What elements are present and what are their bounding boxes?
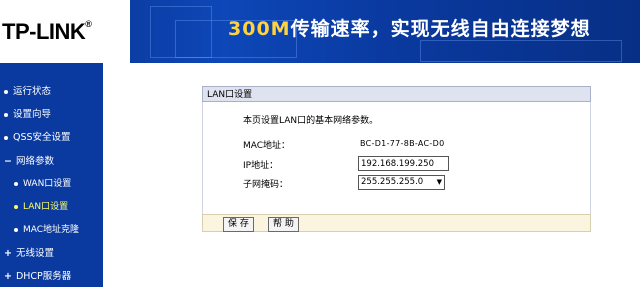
sidebar-item[interactable]: + DHCP服务器 xyxy=(4,268,71,282)
sidebar-item[interactable]: + 无线设置 xyxy=(4,245,54,259)
sidebar-item-label: 网络参数 xyxy=(15,156,54,167)
lan-settings-panel: LAN口设置 本页设置LAN口的基本网络参数。 MAC地址： BC-D1-77-… xyxy=(202,86,591,232)
bullet-icon xyxy=(14,181,18,186)
mac-label: MAC地址： xyxy=(243,141,291,151)
ip-address-input[interactable] xyxy=(358,156,449,171)
sidebar-item[interactable]: WAN口设置 xyxy=(14,176,71,189)
save-button[interactable]: 保 存 xyxy=(223,217,254,232)
sidebar-item-label: 无线设置 xyxy=(15,248,54,259)
page-description: 本页设置LAN口的基本网络参数。 xyxy=(243,116,379,126)
sidebar-item[interactable]: 设置向导 xyxy=(4,106,51,120)
tp-link-logo: TP-LINK® xyxy=(2,19,92,44)
sidebar-item-label: 运行状态 xyxy=(13,86,52,97)
panel-body: 本页设置LAN口的基本网络参数。 MAC地址： BC-D1-77-8B-AC-D… xyxy=(202,102,591,214)
expand-icon: + xyxy=(4,248,12,259)
sidebar-item-label: MAC地址克隆 xyxy=(23,225,80,235)
logo-area: TP-LINK® xyxy=(0,0,130,63)
sidebar-item[interactable]: QSS安全设置 xyxy=(4,129,71,143)
decorative-frame xyxy=(420,40,622,62)
panel-title: LAN口设置 xyxy=(202,86,591,102)
panel-footer: 保 存 帮 助 xyxy=(202,214,591,232)
sidebar-menu: 运行状态设置向导 QSS安全设置 − 网络参数 WAN口设置 LAN口设置 MAC地址克隆 +… xyxy=(0,63,103,287)
mac-value: BC-D1-77-8B-AC-D0 xyxy=(360,139,445,148)
sidebar-item-label: QSS安全设置 xyxy=(13,132,71,143)
expand-icon: + xyxy=(4,271,12,282)
sidebar-item-label: DHCP服务器 xyxy=(15,271,72,282)
collapse-icon: − xyxy=(4,156,12,167)
bullet-icon xyxy=(4,112,8,117)
sidebar-item[interactable]: MAC地址克隆 xyxy=(14,222,79,235)
ip-label: IP地址： xyxy=(243,161,279,171)
subnet-mask-select[interactable]: 255.255.255.0 ▼ xyxy=(358,175,445,190)
sidebar-item-label: LAN口设置 xyxy=(23,202,69,212)
bullet-icon xyxy=(4,89,8,94)
sidebar-item-label: WAN口设置 xyxy=(23,179,72,189)
slogan: 300M传输速率，实现无线自由连接梦想 xyxy=(228,18,591,40)
bullet-icon xyxy=(4,135,8,140)
subnet-mask-value: 255.255.255.0 xyxy=(361,177,424,187)
sidebar-item[interactable]: 运行状态 xyxy=(4,83,51,97)
header-banner: TP-LINK® 300M传输速率，实现无线自由连接梦想 xyxy=(0,0,640,63)
sidebar-item-label: 设置向导 xyxy=(13,109,52,120)
bullet-icon xyxy=(14,204,18,209)
subnet-mask-label: 子网掩码： xyxy=(243,180,289,190)
help-button[interactable]: 帮 助 xyxy=(268,217,299,232)
dropdown-arrow-icon: ▼ xyxy=(436,178,442,186)
sidebar-item[interactable]: LAN口设置 xyxy=(14,199,68,212)
bullet-icon xyxy=(14,227,18,232)
sidebar-item[interactable]: − 网络参数 xyxy=(4,153,54,167)
